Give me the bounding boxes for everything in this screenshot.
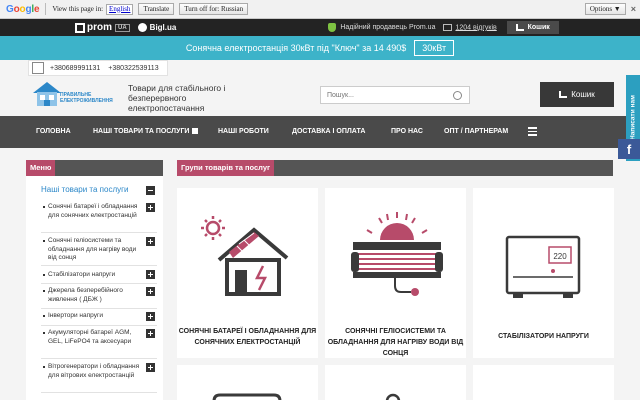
expand-icon[interactable] — [146, 270, 155, 279]
collapse-icon[interactable] — [146, 186, 155, 195]
category-card[interactable] — [325, 365, 466, 400]
tagline: Товари для стабільного і безперервного е… — [128, 83, 226, 113]
divider — [41, 232, 157, 233]
phone-number[interactable]: +380322539113 — [108, 65, 158, 72]
sidebar-title: Меню — [26, 160, 56, 176]
bigl-label: Bigl.ua — [149, 23, 177, 32]
divider — [41, 283, 157, 284]
nav-item-works[interactable]: НАШІ РОБОТИ — [218, 128, 269, 135]
logo-text-line: ЕЛЕКТРОЖИВЛЕННЯ — [60, 98, 113, 104]
translate-prompt: View this page in: — [52, 5, 104, 13]
main-nav: ГОЛОВНА НАШІ ТОВАРИ ТА ПОСЛУГИ НАШІ РОБО… — [0, 116, 640, 148]
product-icon — [385, 393, 401, 400]
nav-item-home[interactable]: ГОЛОВНА — [36, 128, 71, 135]
card-title: СОНЯЧНІ ГЕЛІОСИСТЕМИ ТА ОБЛАДНАННЯ ДЛЯ Н… — [327, 328, 464, 357]
list-menu-icon[interactable] — [528, 127, 537, 138]
reviews-text: 1204 відгуків — [455, 24, 497, 32]
nav-item-about[interactable]: ПРО НАС — [391, 128, 423, 135]
google-logo: Google — [6, 3, 40, 15]
options-button[interactable]: Options ▼ — [584, 3, 626, 15]
prom-bar: prom UA Bigl.ua Надійний продавець Prom.u… — [0, 19, 640, 36]
shield-icon — [328, 23, 337, 32]
close-icon[interactable]: × — [631, 4, 636, 14]
category-card[interactable] — [177, 365, 318, 400]
sidebar-menu: Меню Наші товари та послуги Сонячні бата… — [26, 160, 163, 400]
divider — [41, 308, 157, 309]
top-cart-label: Кошик — [527, 24, 550, 31]
turn-off-button[interactable]: Turn off for: Russian — [179, 3, 249, 15]
promo-text[interactable]: Сонячна електростанція 30кВт під "Ключ" … — [186, 43, 406, 53]
phone-bar: +380689991131 +380322539113 — [28, 60, 168, 76]
product-icon — [212, 393, 282, 400]
expand-icon[interactable] — [146, 203, 155, 212]
divider — [41, 392, 157, 393]
sidebar-item[interactable]: Вітрогенератори і обладнання для вітрови… — [43, 363, 140, 380]
divider — [41, 358, 157, 359]
sidebar-item[interactable]: Сонячні геліосистеми та обладнання для н… — [43, 237, 140, 263]
solar-house-icon — [201, 216, 289, 296]
facebook-icon[interactable]: f — [618, 139, 640, 159]
nav-item-wholesale[interactable]: ОПТ / ПАРТНЕРАМ — [444, 128, 508, 135]
expand-icon[interactable] — [146, 312, 155, 321]
display-value: 220 — [553, 252, 567, 261]
top-cart-button[interactable]: Кошик — [506, 21, 559, 34]
language-select[interactable]: English — [106, 3, 134, 15]
site-logo[interactable]: ПРАВИЛЬНЕ ЕЛЕКТРОЖИВЛЕННЯ — [30, 80, 122, 110]
category-card[interactable]: СОНЯЧНІ ГЕЛІОСИСТЕМИ ТА ОБЛАДНАННЯ ДЛЯ Н… — [325, 188, 466, 358]
card-title: СТАБІЛІЗАТОРИ НАПРУГИ — [498, 333, 589, 340]
phone-number[interactable]: +380689991131 — [50, 65, 100, 72]
expand-icon[interactable] — [146, 287, 155, 296]
prom-ua-badge: UA — [115, 23, 130, 32]
sidebar-main-item[interactable]: Наші товари та послуги — [41, 185, 129, 194]
sidebar-item[interactable]: Інвертори напруги — [43, 312, 140, 321]
bigl-icon — [137, 23, 147, 32]
dropdown-square-icon — [192, 128, 199, 135]
cart-button[interactable]: Кошик — [540, 82, 614, 107]
groups-header: Групи товарів та послуг — [177, 160, 613, 176]
voltage-stabilizer-icon: 220 — [505, 235, 581, 298]
category-card[interactable]: 220 СТАБІЛІЗАТОРИ НАПРУГИ — [473, 188, 614, 358]
logo-text: ПРАВИЛЬНЕ ЕЛЕКТРОЖИВЛЕННЯ — [60, 92, 113, 104]
prom-square-icon — [75, 22, 85, 33]
solar-water-heater-icon — [351, 212, 443, 296]
category-card[interactable] — [473, 365, 614, 400]
cart-label: Кошик — [571, 90, 595, 99]
prom-label: prom — [87, 22, 112, 33]
trusted-seller: Надійний продавець Prom.ua — [328, 23, 435, 32]
translate-button[interactable]: Translate — [138, 3, 175, 15]
expand-icon[interactable] — [146, 363, 155, 372]
promo-button[interactable]: 30кВт — [414, 40, 455, 56]
search-input[interactable] — [327, 91, 453, 99]
search-box — [320, 86, 470, 104]
sidebar-item[interactable]: Стабілізатори напруги — [43, 271, 140, 280]
search-icon[interactable] — [453, 90, 462, 100]
cart-icon — [559, 91, 568, 98]
sidebar-item[interactable]: Джерела безперебійного живлення ( ДБЖ ) — [43, 287, 140, 304]
seller-text: Надійний продавець Prom.ua — [340, 24, 436, 31]
expand-icon[interactable] — [146, 237, 155, 246]
cart-icon — [515, 24, 524, 31]
translate-bar: Google View this page in: English Transl… — [0, 0, 640, 19]
reviews-link[interactable]: 1204 відгуків — [443, 23, 497, 32]
sidebar-header: Меню — [26, 160, 163, 176]
category-card[interactable]: СОНЯЧНІ БАТАРЕЇ І ОБЛАДНАННЯ ДЛЯ СОНЯЧНИ… — [177, 188, 318, 358]
expand-icon[interactable] — [146, 329, 155, 338]
divider — [45, 3, 47, 15]
comment-icon — [443, 23, 453, 31]
sidebar-item[interactable]: Сонячні батареї і обладнання для сонячни… — [43, 203, 140, 220]
prom-logo[interactable]: prom UA — [75, 22, 130, 33]
nav-item-label: НАШІ ТОВАРИ ТА ПОСЛУГИ — [93, 128, 190, 135]
house-logo-icon — [33, 82, 61, 106]
card-title: СОНЯЧНІ БАТАРЕЇ І ОБЛАДНАННЯ ДЛЯ СОНЯЧНИ… — [178, 328, 317, 346]
nav-item-delivery[interactable]: ДОСТАВКА І ОПЛАТА — [292, 128, 365, 135]
promo-banner: Сонячна електростанція 30кВт під "Ключ" … — [0, 36, 640, 60]
groups-title: Групи товарів та послуг — [177, 160, 275, 176]
nav-item-products[interactable]: НАШІ ТОВАРИ ТА ПОСЛУГИ — [93, 128, 199, 135]
divider — [41, 325, 157, 326]
bigl-logo[interactable]: Bigl.ua — [137, 23, 177, 32]
sidebar-item[interactable]: Акумуляторні батареї AGM, GEL, LiFePO4 т… — [43, 329, 140, 346]
divider — [41, 265, 157, 266]
phone-book-icon — [32, 62, 44, 74]
